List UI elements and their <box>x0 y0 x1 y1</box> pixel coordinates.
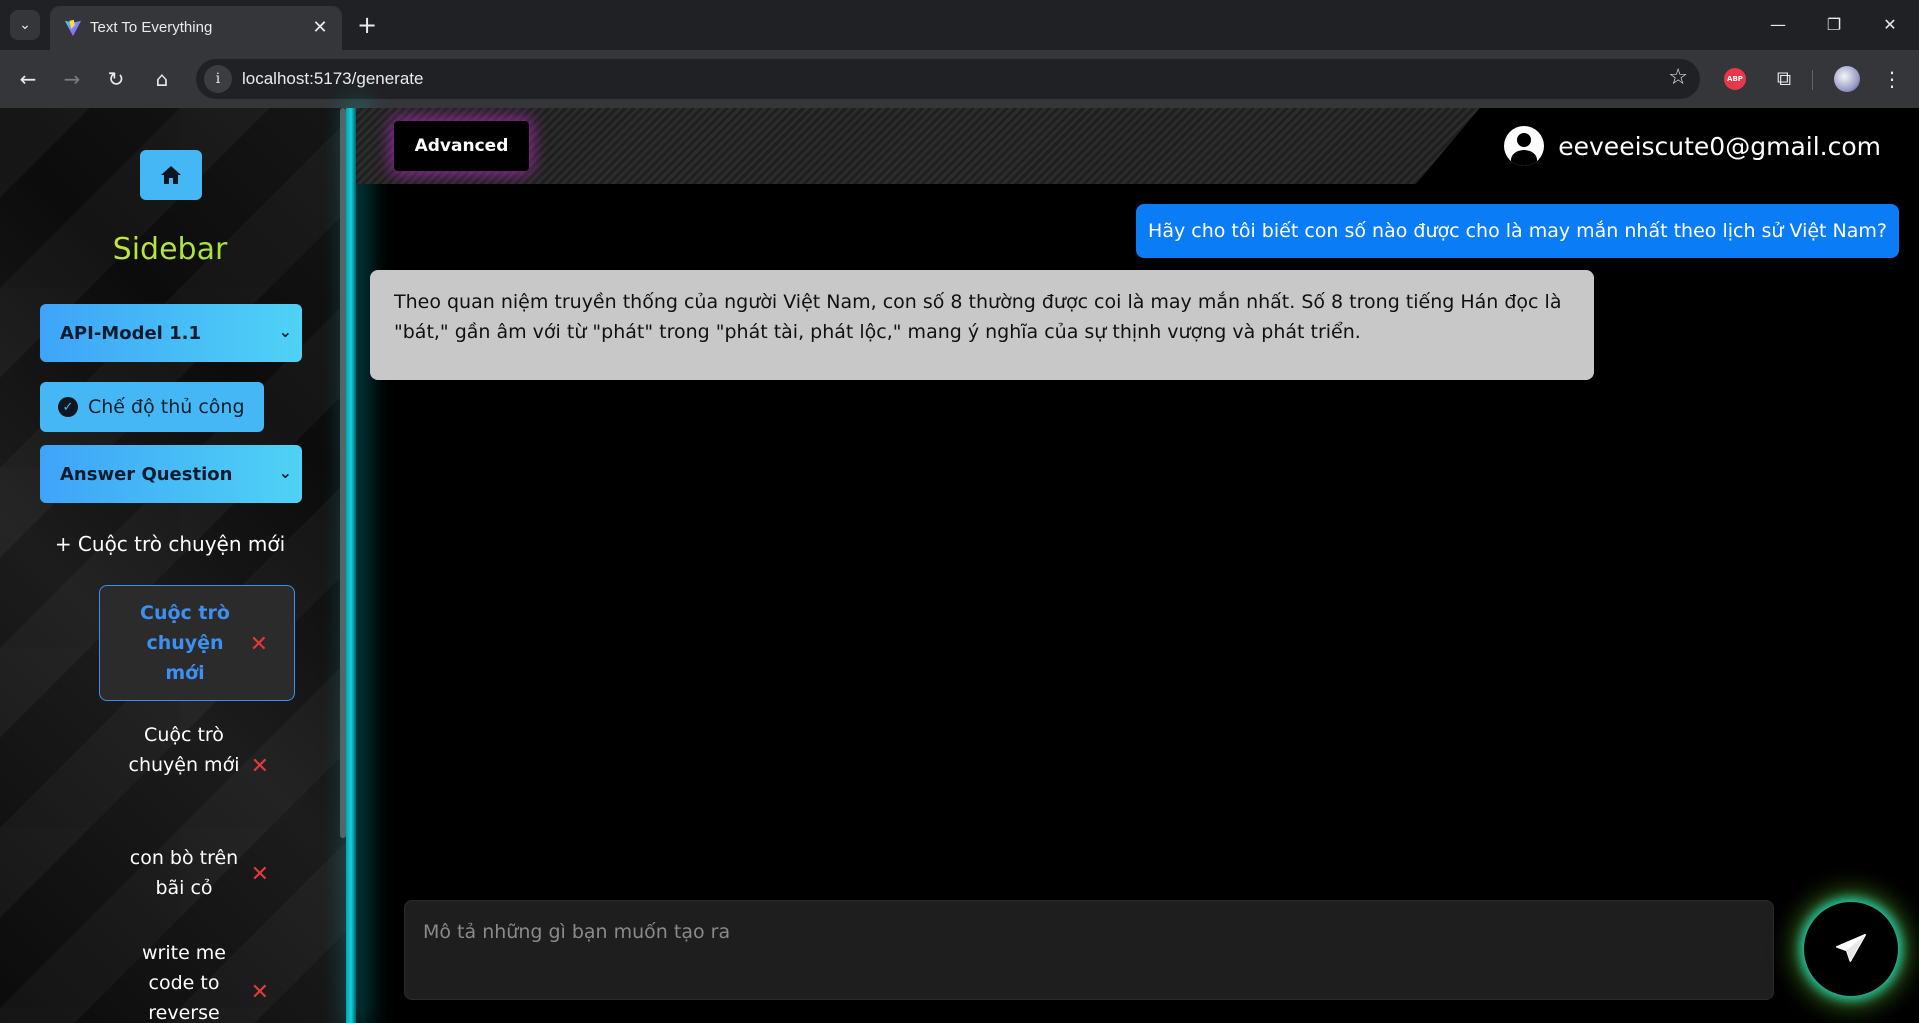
browser-tab-active[interactable]: Text To Everything ✕ <box>50 6 342 50</box>
chat-item-label: con bò trên bãi cỏ <box>129 847 239 899</box>
advanced-button[interactable]: Advanced <box>394 121 529 171</box>
home-icon[interactable]: ⌂ <box>146 63 178 95</box>
chat-list-item[interactable]: con bò trên bãi cỏ ✕ <box>99 843 295 903</box>
chevron-down-icon: ⌄ <box>278 463 292 482</box>
delete-chat-icon[interactable]: ✕ <box>251 978 269 1008</box>
prompt-input[interactable] <box>423 917 1743 947</box>
chat-item-label: Cuộc trò chuyện mới <box>140 602 230 684</box>
tab-search-chevron-icon[interactable]: ⌄ <box>10 10 40 40</box>
vite-favicon-icon <box>64 19 82 37</box>
chat-list-item[interactable]: Cuộc trò chuyện mới ✕ <box>99 585 295 701</box>
chat-list-item[interactable]: write me code to reverse ✕ <box>99 938 295 1023</box>
manual-mode-toggle[interactable]: ✓ Chế độ thủ công <box>40 382 264 432</box>
task-select[interactable]: Answer Question ⌄ <box>40 445 302 503</box>
tab-title: Text To Everything <box>90 19 213 36</box>
toolbar-divider <box>1812 70 1813 90</box>
user-profile[interactable]: eeveeiscute0@gmail.com <box>1504 126 1881 166</box>
delete-chat-icon[interactable]: ✕ <box>251 752 269 782</box>
delete-chat-icon[interactable]: ✕ <box>251 860 269 890</box>
user-avatar-icon <box>1504 126 1545 166</box>
user-message-bubble: Hãy cho tôi biết con số nào được cho là … <box>1136 204 1899 258</box>
site-info-icon[interactable]: i <box>204 65 232 93</box>
chevron-down-icon: ⌄ <box>278 322 292 341</box>
browser-tab-bar: ⌄ Text To Everything ✕ + — ❐ ✕ <box>0 0 1919 50</box>
model-select[interactable]: API-Model 1.1 ⌄ <box>40 304 302 362</box>
task-select-value: Answer Question <box>60 463 233 485</box>
main-glow-border <box>346 108 356 1023</box>
profile-avatar[interactable] <box>1834 66 1860 92</box>
bookmark-star-icon[interactable]: ☆ <box>1668 65 1688 90</box>
delete-chat-icon[interactable]: ✕ <box>250 630 268 660</box>
home-button[interactable] <box>140 150 202 200</box>
home-icon <box>161 166 181 184</box>
tab-close-icon[interactable]: ✕ <box>308 15 332 39</box>
window-close-icon[interactable]: ✕ <box>1870 8 1910 40</box>
top-header: Advanced eeveeiscute0@gmail.com <box>356 108 1919 184</box>
paper-plane-icon <box>1835 933 1867 962</box>
sidebar: Sidebar API-Model 1.1 ⌄ ✓ Chế độ thủ côn… <box>0 108 346 1023</box>
chat-list-item[interactable]: Cuộc trò chuyện mới ✕ <box>99 720 295 810</box>
prompt-composer[interactable] <box>404 900 1774 1000</box>
reload-icon[interactable]: ↻ <box>100 63 132 95</box>
minimize-icon[interactable]: — <box>1758 8 1798 40</box>
model-select-value: API-Model 1.1 <box>60 322 201 344</box>
browser-toolbar: ← → ↻ ⌂ i localhost:5173/generate ☆ ABP … <box>0 50 1919 108</box>
restore-icon[interactable]: ❐ <box>1814 8 1854 40</box>
send-button[interactable] <box>1804 902 1898 996</box>
app-root: Sidebar API-Model 1.1 ⌄ ✓ Chế độ thủ côn… <box>0 108 1919 1023</box>
adblock-extension-icon[interactable]: ABP <box>1724 68 1746 90</box>
url-text[interactable]: localhost:5173/generate <box>242 69 423 89</box>
chat-item-label: Cuộc trò chuyện mới <box>128 724 240 776</box>
forward-arrow-icon[interactable]: → <box>56 63 88 95</box>
user-email: eeveeiscute0@gmail.com <box>1558 131 1881 161</box>
chat-item-label: write me code to reverse <box>141 942 226 1023</box>
browser-menu-icon[interactable]: ⋮ <box>1880 64 1904 94</box>
assistant-message-bubble: Theo quan niệm truyền thống của người Vi… <box>370 270 1594 380</box>
extensions-puzzle-icon[interactable]: ⧉ <box>1770 64 1798 92</box>
address-bar[interactable]: i localhost:5173/generate ☆ <box>196 59 1700 99</box>
new-chat-button[interactable]: + Cuộc trò chuyện mới <box>0 532 340 556</box>
new-tab-plus-icon[interactable]: + <box>352 10 382 40</box>
manual-mode-label: Chế độ thủ công <box>88 396 245 418</box>
check-circle-icon: ✓ <box>58 397 78 417</box>
sidebar-title: Sidebar <box>0 232 340 267</box>
back-arrow-icon[interactable]: ← <box>12 63 44 95</box>
